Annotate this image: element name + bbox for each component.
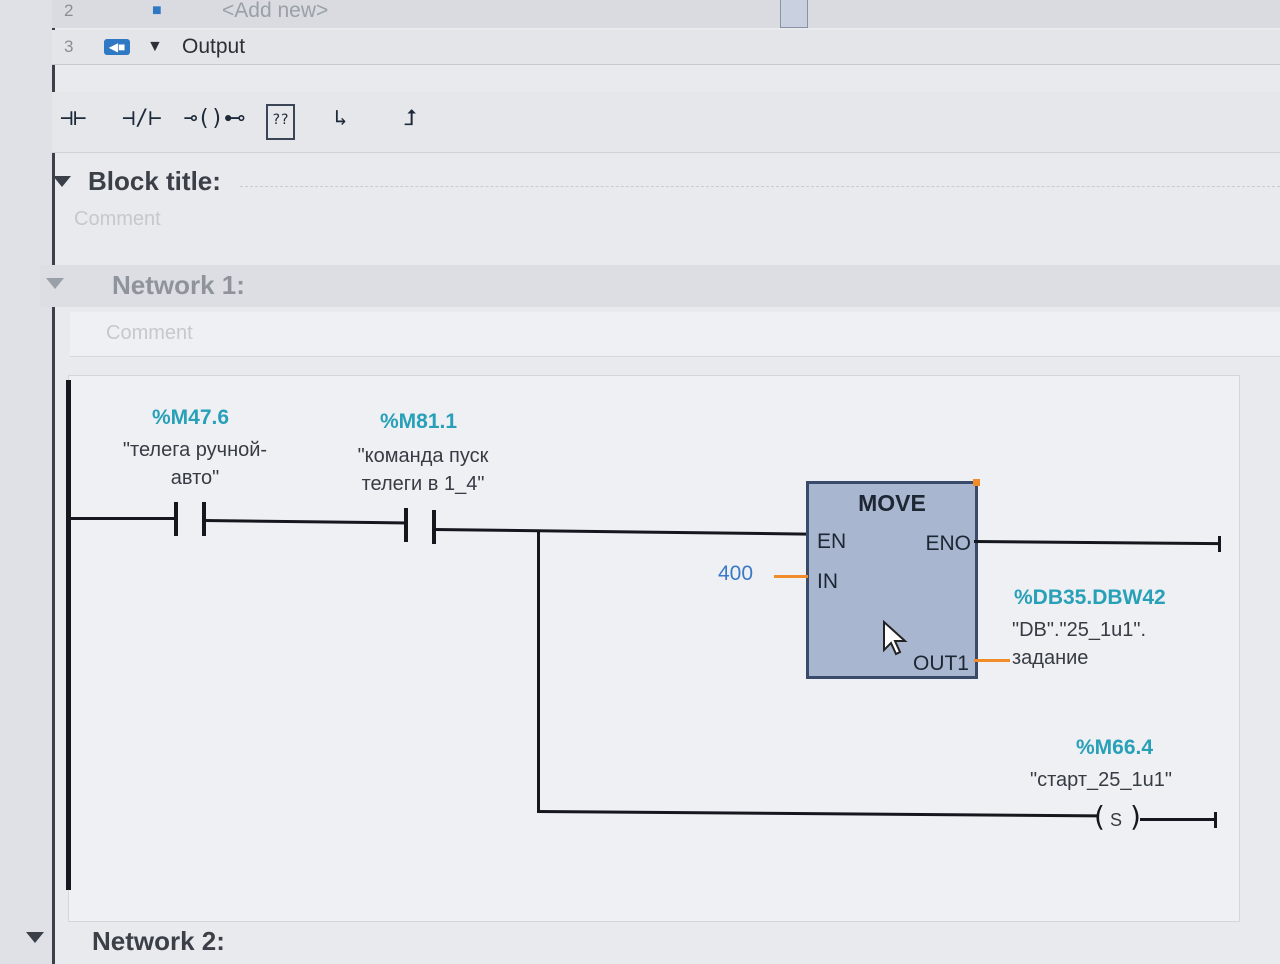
network-1-title: Network 1: [112, 270, 245, 300]
move-in-value[interactable]: 400 [718, 562, 753, 586]
network-2-title: Network 2: [92, 926, 225, 956]
contact-1-symbol-line1: "телега ручной- [122, 439, 268, 461]
coil-symbol: "старт_25_1u1" [1030, 769, 1172, 791]
list-icon[interactable] [780, 0, 808, 28]
contact-2-address[interactable]: %M81.1 [380, 410, 457, 434]
ladder-toolbar: ⊣⊢ ⊣/⊢ ⊸()⊷ ?? ↳ ⮥ [52, 92, 1280, 153]
contact-1-address[interactable]: %M47.6 [152, 406, 229, 430]
normally-open-contact-button[interactable]: ⊣⊢ [60, 106, 87, 138]
network-1-comment-box[interactable] [70, 312, 1280, 357]
move-title: MOVE [858, 490, 926, 516]
branch-wire-vertical [537, 530, 540, 812]
contact-1-symbol-line2: авто" [170, 467, 220, 489]
collapse-caret-icon[interactable] [53, 176, 71, 187]
in-connector [774, 575, 808, 578]
row-number: 3 [64, 37, 74, 56]
row-number: 2 [64, 1, 74, 20]
rung-end-marker [1218, 536, 1221, 552]
mouse-pointer-icon [883, 620, 908, 656]
move-out-symbol-line1: "DB"."25_1u1". [1012, 619, 1147, 641]
coil-address[interactable]: %M66.4 [1076, 736, 1153, 760]
block-comment[interactable]: Comment [74, 208, 161, 231]
block-corner-marker [973, 479, 980, 486]
contact-2-left [404, 508, 408, 542]
output-interface-icon: ◀■ [104, 39, 130, 55]
output-section-label: Output [182, 35, 246, 58]
add-new-label[interactable]: <Add new> [222, 0, 328, 23]
square-bullet-icon: ■ [152, 2, 162, 19]
normally-closed-contact-button[interactable]: ⊣/⊢ [122, 106, 162, 138]
move-out-symbol-line2: задание [1012, 647, 1089, 669]
out-connector [974, 659, 1010, 662]
coil-button[interactable]: ⊸()⊷ [184, 106, 246, 138]
coil-type-set[interactable]: S [1110, 806, 1122, 834]
close-branch-button[interactable]: ⮥ [404, 106, 417, 138]
interface-row-output[interactable]: 3 ◀■ ▼ Output [52, 30, 1280, 65]
rung-wire [70, 517, 176, 520]
coil-open-paren: ( [1094, 800, 1105, 833]
block-title-input[interactable] [240, 186, 1280, 188]
collapse-caret-icon[interactable] [26, 932, 44, 943]
move-pin-eno: ENO [925, 532, 971, 555]
move-pin-en: EN [817, 530, 847, 553]
move-out-address[interactable]: %DB35.DBW42 [1014, 586, 1166, 610]
coil-close-paren: ) [1130, 800, 1141, 833]
left-panel-border [0, 0, 55, 964]
empty-box-button[interactable]: ?? [266, 104, 295, 140]
contact-1-left [174, 502, 178, 536]
collapse-caret-icon[interactable] [46, 278, 64, 289]
chevron-down-icon[interactable]: ▼ [147, 38, 163, 56]
power-rail [66, 380, 71, 890]
rung-end-marker [1214, 812, 1217, 828]
contact-2-symbol-line1: "команда пуск [357, 445, 489, 467]
interface-row-add-new[interactable]: 2 ■ <Add new> [52, 0, 1280, 28]
move-pin-in: IN [817, 570, 838, 593]
contact-2-symbol-line2: телеги в 1_4" [361, 473, 485, 495]
move-pin-out1: OUT1 [912, 652, 969, 675]
network-1-comment[interactable]: Comment [106, 322, 193, 345]
block-title-label: Block title: [88, 166, 221, 196]
coil-out-wire [1140, 818, 1216, 821]
open-branch-button[interactable]: ↳ [334, 106, 347, 138]
